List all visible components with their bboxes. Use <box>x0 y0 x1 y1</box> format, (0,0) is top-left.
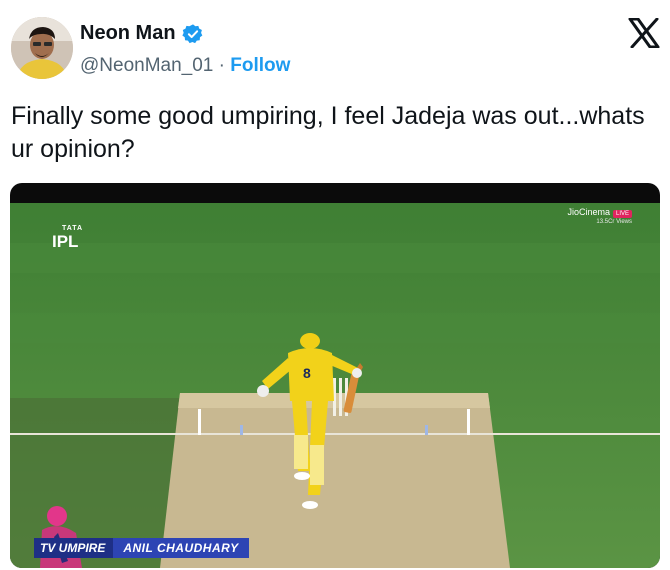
follow-button[interactable]: Follow <box>230 55 290 76</box>
live-badge: LIVE <box>612 210 632 218</box>
view-count: 13.5Cr Views <box>596 219 632 225</box>
display-name[interactable]: Neon Man <box>80 22 176 45</box>
tv-umpire-caption: TV UMPIRE ANIL CHAUDHARY <box>34 538 249 558</box>
tweet-header: Neon Man @NeonMan_01 · Follow <box>0 0 670 90</box>
tweet-media[interactable]: 8 TATA IPL JioCinema LIVE 13.5Cr Views TV… <box>10 183 660 568</box>
caption-label: TV UMPIRE <box>34 538 114 558</box>
tweet-text: Finally some good umpiring, I feel Jadej… <box>11 102 645 163</box>
ipl-sponsor-text: TATA <box>62 225 84 232</box>
avatar[interactable] <box>11 17 73 79</box>
handle[interactable]: @NeonMan_01 <box>80 55 213 76</box>
ipl-logo-text: IPL <box>52 232 79 251</box>
player-number: 8 <box>303 365 311 381</box>
avatar-image <box>11 17 73 79</box>
handle-row: @NeonMan_01 · Follow <box>80 55 290 77</box>
broadcaster-name: JioCinema <box>567 207 610 217</box>
verified-badge-icon <box>181 23 202 43</box>
name-row: Neon Man <box>80 22 204 45</box>
caption-name: ANIL CHAUDHARY <box>113 538 249 558</box>
cricket-video-frame: 8 <box>10 203 660 568</box>
separator-dot: · <box>218 55 225 76</box>
ipl-logo: TATA IPL <box>52 225 83 252</box>
broadcaster-watermark: JioCinema LIVE 13.5Cr Views <box>567 207 632 225</box>
x-logo-icon[interactable] <box>628 18 660 48</box>
